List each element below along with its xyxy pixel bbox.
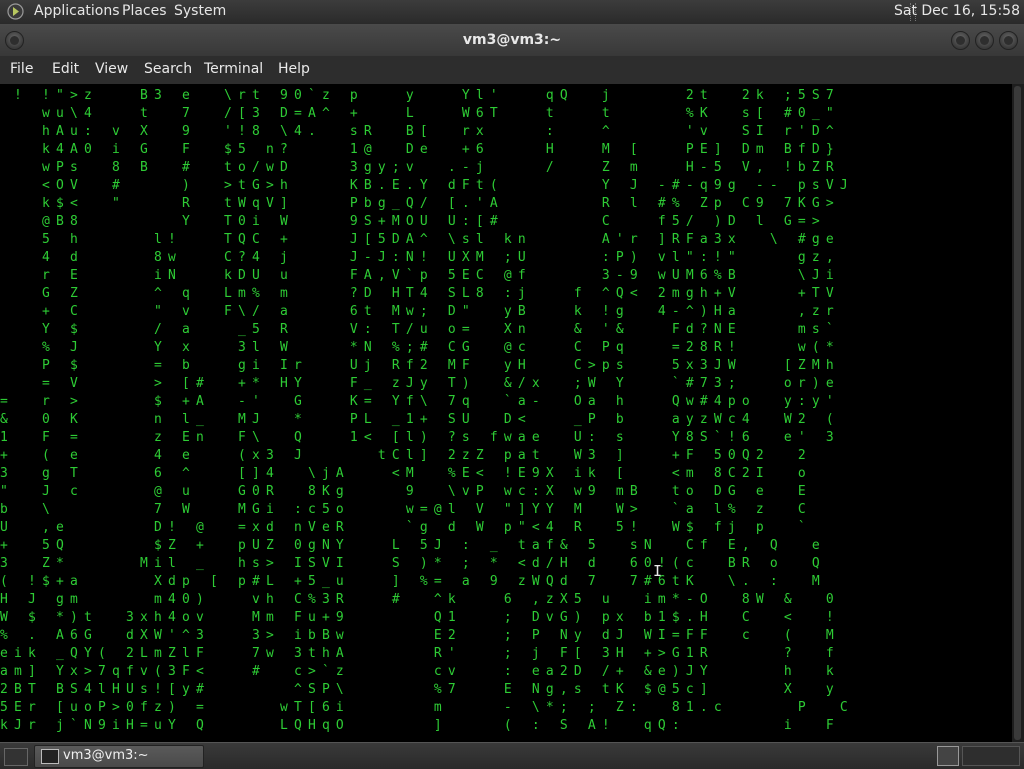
bottom-panel: vm3@vm3:~ <box>0 742 1024 769</box>
terminal-line: Y $ / a _ 5 R V : T / u o = X n & ' & F … <box>0 322 834 337</box>
terminal-line: @ B 8 Y T 0 i W 9 S + M O U U : [ # C f … <box>0 214 820 229</box>
terminal-line: 3 Z * M i l _ h s > I S V I S ) * ; * < … <box>0 556 820 571</box>
top-panel: Applications Places System Sat Dec 16, 1… <box>0 0 1024 25</box>
terminal-line: % . A 6 G d X W ' ^ 3 3 > i b B w E 2 ; … <box>0 628 834 643</box>
scrollbar-thumb[interactable] <box>1014 86 1021 740</box>
terminal-line: 2 B T B S 4 l H U s ! [ y # ^ S P \ % 7 … <box>0 682 834 697</box>
terminal-line: = V > [ # + * H Y F _ z J y T ) & / x ; … <box>0 376 834 391</box>
terminal-line: 5 E r [ u o P > 0 f z ) = w T [ 6 i m - … <box>0 700 848 715</box>
maximize-button[interactable] <box>975 31 994 50</box>
workspace-switcher[interactable] <box>962 746 1020 766</box>
terminal-line: U , e D ! @ = x d n V e R ` g d W p " < … <box>0 520 806 535</box>
terminal-line: H J g m m 4 0 ) v h C % 3 R # ^ k 6 , z … <box>0 592 834 607</box>
terminal-line: < O V # ) > t G > h K B . E . Y d F t ( … <box>0 178 848 193</box>
menu-applications[interactable]: Applications <box>34 3 120 19</box>
terminal-line: k $ < " R t W q V ] P b g _ Q / [ . ' A … <box>0 196 834 211</box>
menu-file[interactable]: File <box>10 61 33 77</box>
terminal-scrollbar[interactable] <box>1012 84 1024 742</box>
mouse-ibeam-cursor-icon: I <box>653 562 663 580</box>
terminal-menubar: File Edit View Search Terminal Help <box>0 56 1024 84</box>
terminal-icon <box>41 749 59 764</box>
menu-terminal[interactable]: Terminal <box>204 61 263 77</box>
terminal-line: b \ 7 W M G i : c 5 o w = @ l V " ] Y Y … <box>0 502 806 517</box>
terminal-line: + C " v F \ / a 6 t M w ; D " y B k ! g … <box>0 304 834 319</box>
window-title: vm3@vm3:~ <box>462 32 562 48</box>
window-titlebar[interactable]: vm3@vm3:~ <box>0 24 1024 56</box>
terminal-line: ! ! " > z B 3 e \ r t 9 0 ` z p y Y l ' … <box>0 88 834 103</box>
terminal-line: 4 d 8 w C ? 4 j J - J : N ! U X M ; U : … <box>0 250 834 265</box>
terminal-line: P $ = b g i I r U j R f 2 M F y H C > p … <box>0 358 834 373</box>
matrix-rain-output: ! ! " > z B 3 e \ r t 9 0 ` z p y Y l ' … <box>0 87 848 735</box>
terminal-line: G Z ^ q L m % m ? D H T 4 S L 8 : j f ^ … <box>0 286 834 301</box>
terminal-line: + 5 Q $ Z + p U Z 0 g N Y L 5 J : _ t a … <box>0 538 820 553</box>
terminal-line: w u \ 4 t 7 / [ 3 D = A ^ + L W 6 T t t … <box>0 106 834 121</box>
close-button[interactable] <box>999 31 1018 50</box>
gnome-foot-icon[interactable] <box>7 3 24 20</box>
show-desktop-icon[interactable] <box>4 748 28 766</box>
terminal-line: a m ] Y x > 7 q f v ( 3 F < # c > ` z c … <box>0 664 834 679</box>
menu-system[interactable]: System <box>174 3 226 19</box>
terminal-line: W $ * ) t 3 x h 4 o v M m F u + 9 Q 1 ; … <box>0 610 834 625</box>
terminal-line: h A u : v X 9 ' ! 8 \ 4 . s R B [ r x : … <box>0 124 834 139</box>
terminal-area[interactable]: ! ! " > z B 3 e \ r t 9 0 ` z p y Y l ' … <box>0 84 1012 742</box>
minimize-button[interactable] <box>951 31 970 50</box>
menu-places[interactable]: Places <box>122 3 167 19</box>
terminal-line: + ( e 4 e ( x 3 J t C l ] 2 z Z p a t W … <box>0 448 806 463</box>
workspace-1-icon[interactable] <box>937 746 959 766</box>
taskbar-terminal-button[interactable]: vm3@vm3:~ <box>34 745 204 768</box>
terminal-line: & 0 K n l _ M J * P L _ 1 + S U D < _ P … <box>0 412 834 427</box>
terminal-line: 3 g T 6 ^ [ ] 4 \ j A < M % E < ! E 9 X … <box>0 466 806 481</box>
terminal-line: = r > $ + A - ' G K = Y f \ 7 q ` a - O … <box>0 394 834 409</box>
terminal-line: w P s 8 B # t o / w D 3 g y ; v . - j / … <box>0 160 834 175</box>
terminal-line: k J r j ` N 9 i H = u Y Q L Q H q O ] ( … <box>0 718 834 733</box>
terminal-line: 5 h l ! T Q C + J [ 5 D A ^ \ s l k n A … <box>0 232 834 247</box>
menu-edit[interactable]: Edit <box>52 61 79 77</box>
clock[interactable]: Sat Dec 16, 15:58 <box>894 3 1020 19</box>
terminal-line: r E i N k D U u F A , V ` p 5 E C @ f 3 … <box>0 268 834 283</box>
terminal-line: k 4 A 0 i G F $ 5 n ? 1 @ D e + 6 H M [ … <box>0 142 834 157</box>
menu-view[interactable]: View <box>95 61 128 77</box>
taskbar-label: vm3@vm3:~ <box>63 748 149 763</box>
menu-search[interactable]: Search <box>144 61 192 77</box>
terminal-line: 1 F = z E n F \ Q 1 < [ l ) ? s f w a e … <box>0 430 834 445</box>
terminal-line: ( ! $ + a X d p [ p # L + 5 _ u ] % = a … <box>0 574 820 589</box>
menu-help[interactable]: Help <box>278 61 310 77</box>
terminal-line: " J c @ u G 0 R 8 K g 9 \ v P w c : X w … <box>0 484 806 499</box>
terminal-line: e i k _ Q Y ( 2 L m Z l F 7 w 3 t h A R … <box>0 646 834 661</box>
terminal-line: % J Y x 3 l W * N % ; # C G @ c C P q = … <box>0 340 834 355</box>
